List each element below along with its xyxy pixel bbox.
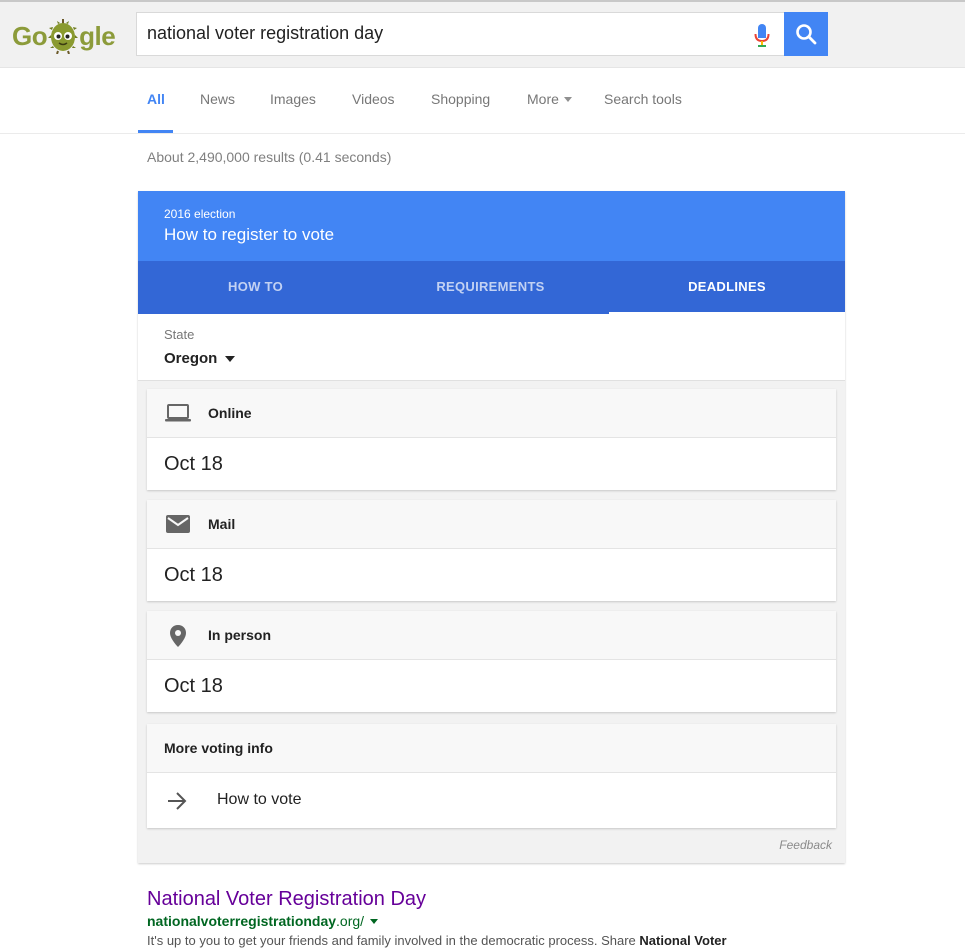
deadline-date: Oct 18 <box>164 453 223 475</box>
search-box <box>136 12 784 56</box>
search-input[interactable] <box>147 23 737 44</box>
tab-search-tools[interactable]: Search tools <box>604 69 682 133</box>
state-value: Oregon <box>164 350 218 367</box>
how-to-vote-link[interactable]: How to vote <box>147 773 836 828</box>
deadline-label: Mail <box>208 516 236 532</box>
more-voting-info-title: More voting info <box>164 740 273 756</box>
location-pin-icon <box>170 625 186 647</box>
state-label: State <box>164 327 195 342</box>
result-url-bold: nationalvoterregistrationday <box>147 913 337 929</box>
deadline-label: Online <box>208 405 252 421</box>
deadline-online: Online Oct 18 <box>147 389 836 490</box>
voter-registration-card: 2016 election How to register to vote HO… <box>138 191 845 863</box>
snippet-text: It's up to you to get your friends and f… <box>147 933 640 948</box>
dropdown-arrow-icon <box>225 355 236 362</box>
durian-doodle-icon <box>48 19 79 54</box>
feedback-link[interactable]: Feedback <box>779 838 832 852</box>
chevron-down-icon <box>563 97 572 102</box>
snippet-bold: National Voter <box>639 933 727 948</box>
result-title-link[interactable]: National Voter Registration Day <box>147 888 426 911</box>
how-to-vote-label: How to vote <box>217 791 302 808</box>
deadline-date: Oct 18 <box>164 564 223 586</box>
url-menu-arrow-icon[interactable] <box>370 918 379 924</box>
tab-shopping[interactable]: Shopping <box>431 69 490 133</box>
tab-how-to[interactable]: HOW TO <box>138 261 373 314</box>
search-tabs: All News Images Videos Shopping More Sea… <box>0 69 965 134</box>
result-url-rest: .org/ <box>336 913 365 929</box>
mic-icon[interactable] <box>754 23 770 47</box>
deadline-label: In person <box>208 627 272 643</box>
deadline-date: Oct 18 <box>164 675 223 697</box>
search-header: Go gle <box>0 2 965 68</box>
result-url: nationalvoterregistrationday .org/ <box>147 913 379 929</box>
tab-deadlines[interactable]: DEADLINES <box>609 261 845 314</box>
result-snippet: It's up to you to get your friends and f… <box>147 933 827 948</box>
more-voting-info: More voting info How to vote <box>147 724 836 828</box>
search-icon <box>796 24 817 45</box>
mail-icon <box>166 515 190 533</box>
state-dropdown[interactable]: Oregon <box>164 350 236 367</box>
tab-videos[interactable]: Videos <box>352 69 395 133</box>
result-stats: About 2,490,000 results (0.41 seconds) <box>147 149 392 165</box>
arrow-right-icon <box>168 792 187 810</box>
tab-more[interactable]: More <box>527 69 572 133</box>
state-selector: State Oregon <box>138 314 845 381</box>
logo-text-right: gle <box>79 20 116 51</box>
laptop-icon <box>165 404 191 422</box>
card-title: How to register to vote <box>164 225 335 244</box>
google-doodle-logo[interactable]: Go gle <box>12 16 116 56</box>
tab-more-label: More <box>527 91 559 107</box>
card-header: 2016 election How to register to vote <box>138 191 845 261</box>
logo-text-left: Go <box>12 20 48 51</box>
search-button[interactable] <box>784 12 828 56</box>
card-tabs: HOW TO REQUIREMENTS DEADLINES <box>138 261 845 314</box>
tab-images[interactable]: Images <box>270 69 316 133</box>
deadline-in-person: In person Oct 18 <box>147 611 836 712</box>
tab-requirements[interactable]: REQUIREMENTS <box>373 261 608 314</box>
deadline-mail: Mail Oct 18 <box>147 500 836 601</box>
tab-news[interactable]: News <box>200 69 235 133</box>
tab-all[interactable]: All <box>138 69 173 133</box>
card-kicker: 2016 election <box>164 207 236 221</box>
